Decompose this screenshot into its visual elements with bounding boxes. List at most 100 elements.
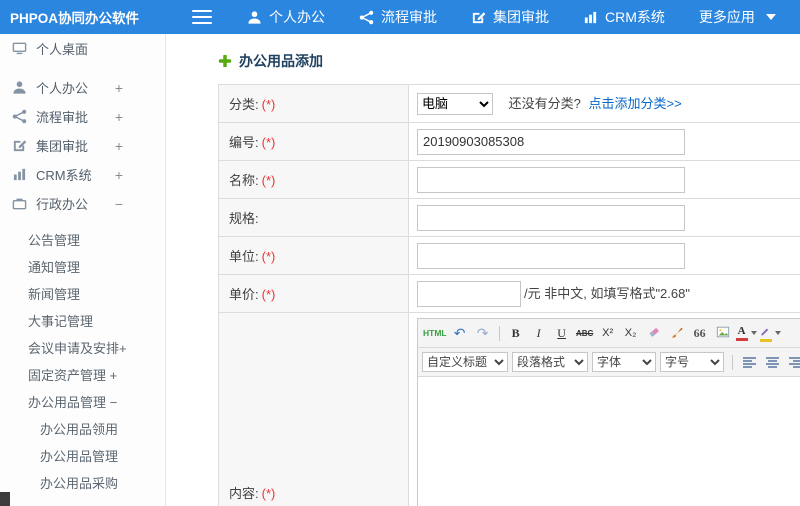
sidebar-item-personal-desktop[interactable]: 个人桌面 <box>0 34 165 63</box>
add-category-link[interactable]: 点击添加分类>> <box>588 96 681 111</box>
underline-button[interactable]: U <box>551 323 573 343</box>
topnav-more-apps[interactable]: 更多应用 <box>682 0 793 34</box>
topnav-group-approval[interactable]: 集团审批 <box>454 0 566 34</box>
highlight-color-button[interactable] <box>759 323 782 343</box>
name-field-cell <box>408 160 800 199</box>
content-editor[interactable] <box>418 377 800 506</box>
app-logo[interactable]: PHPOA协同办公软件 <box>0 7 166 27</box>
top-navigation: 个人办公 流程审批 集团审批 CRM系统 更多应用 <box>230 0 793 34</box>
scrollbar-thumb[interactable] <box>0 492 10 506</box>
collapse-toggle[interactable]: − <box>115 197 123 211</box>
form-row-category: 分类: (*) 电脑 还没有分类? 点击添加分类>> <box>218 84 800 123</box>
html-source-button[interactable]: HTML <box>422 323 448 343</box>
required-star: (*) <box>261 97 276 112</box>
price-input[interactable] <box>417 280 521 307</box>
sidebar-item-supplies-management[interactable]: 办公用品管理 <box>0 442 165 469</box>
topnav-personal-office[interactable]: 个人办公 <box>230 0 342 34</box>
topnav-label: 集团审批 <box>493 9 549 25</box>
sidebar-item-crm-system[interactable]: CRM系统 + <box>0 160 165 189</box>
align-center-button[interactable] <box>761 352 783 372</box>
form-row-price: 单价: (*) /元 非中文, 如填写格式"2.68" <box>218 274 800 313</box>
font-color-glyph: A <box>737 324 746 337</box>
sidebar-subitem-label: 大事记管理 <box>28 314 94 329</box>
spec-input[interactable] <box>417 204 685 231</box>
blockquote-button[interactable]: 66 <box>689 323 711 343</box>
sidebar-subitem-label: 新闻管理 <box>28 287 81 302</box>
sidebar-item-label: CRM系统 <box>36 168 92 183</box>
hamburger-icon[interactable] <box>192 10 212 24</box>
insert-image-button[interactable] <box>712 323 734 343</box>
form-row-unit: 单位: (*) <box>218 236 800 275</box>
sidebar-subitem-label: 办公用品领用 <box>40 422 119 437</box>
price-field-cell: /元 非中文, 如填写格式"2.68" <box>408 274 800 313</box>
editor-toolbar-row2: 自定义标题 段落格式 字体 字号 <box>418 348 800 377</box>
flow-icon <box>359 10 374 25</box>
topnav-process-approval[interactable]: 流程审批 <box>342 0 454 34</box>
topnav-label: 更多应用 <box>698 9 755 25</box>
user-icon <box>12 80 27 95</box>
spec-field-cell <box>408 198 800 237</box>
sidebar-item-supplies-requisition[interactable]: 办公用品领用 <box>0 415 165 442</box>
code-field-cell <box>408 122 800 161</box>
custom-title-select[interactable]: 自定义标题 <box>422 352 508 372</box>
code-input[interactable] <box>417 128 685 155</box>
sidebar-subitem-label: 固定资产管理 + <box>28 368 118 383</box>
sidebar-item-events-management[interactable]: 大事记管理 <box>0 307 165 334</box>
sidebar-item-admin-office[interactable]: 行政办公 − <box>0 189 165 218</box>
sidebar-item-notice-management[interactable]: 通知管理 <box>0 253 165 280</box>
sidebar-item-announcement-management[interactable]: 公告管理 <box>0 226 165 253</box>
expand-toggle[interactable]: + <box>115 110 123 124</box>
subscript-button[interactable]: X₂ <box>620 323 642 343</box>
align-right-button[interactable] <box>784 352 800 372</box>
category-field-cell: 电脑 还没有分类? 点击添加分类>> <box>408 84 800 123</box>
field-label: 内容: <box>229 485 259 501</box>
remove-format-button[interactable] <box>643 323 665 343</box>
expand-toggle[interactable]: + <box>115 81 123 95</box>
sidebar-item-supplies-purchase[interactable]: 办公用品采购 <box>0 469 165 496</box>
align-left-button[interactable] <box>738 352 760 372</box>
italic-button[interactable]: I <box>528 323 550 343</box>
redo-button[interactable]: ↷ <box>472 323 494 343</box>
category-hint: 还没有分类? <box>508 96 581 111</box>
sidebar-item-fixed-assets[interactable]: 固定资产管理 + <box>0 361 165 388</box>
sidebar-item-group-approval[interactable]: 集团审批 + <box>0 131 165 160</box>
superscript-button[interactable]: X² <box>597 323 619 343</box>
sidebar-item-office-supplies[interactable]: 办公用品管理 − <box>0 388 165 415</box>
paragraph-format-select[interactable]: 段落格式 <box>512 352 588 372</box>
format-brush-button[interactable] <box>666 323 688 343</box>
topnav-crm-system[interactable]: CRM系统 <box>566 0 682 34</box>
insert-image-icon <box>716 325 730 342</box>
field-label: 编号: <box>229 135 259 150</box>
font-size-select[interactable]: 字号 <box>660 352 724 372</box>
sidebar-subitem-label: 公告管理 <box>28 233 81 248</box>
sidebar-subitem-label: 通知管理 <box>28 260 81 275</box>
name-input[interactable] <box>417 166 685 193</box>
sidebar-subitem-label: 办公用品采购 <box>40 476 119 491</box>
font-family-select[interactable]: 字体 <box>592 352 656 372</box>
sidebar-item-personal-office[interactable]: 个人办公 + <box>0 73 165 102</box>
category-select[interactable]: 电脑 <box>417 92 493 115</box>
unit-input[interactable] <box>417 242 685 269</box>
toolbar-separator <box>498 325 500 341</box>
main-content: 办公用品添加 分类: (*) 电脑 还没有分类? 点击添加分类>> 编号: (*) <box>166 34 800 506</box>
strikethrough-button[interactable]: ABC <box>574 323 596 343</box>
field-label: 分类: <box>229 97 259 112</box>
undo-button[interactable]: ↶ <box>449 323 471 343</box>
font-color-button[interactable]: A <box>735 323 758 343</box>
richtext-editor: HTML ↶ ↷ B I U ABC X² X₂ 66 A 自定义标题 段落格式… <box>417 318 800 506</box>
toolbar-separator <box>732 354 733 370</box>
flow-icon <box>12 109 27 124</box>
sidebar-subitem-label: 会议申请及安排+ <box>28 341 127 356</box>
expand-toggle[interactable]: + <box>115 139 123 153</box>
supplies-add-form: 分类:(*) 电脑 还没有分类? 点击添加分类>> 编号:(*) 名称:(*) <box>218 84 800 506</box>
align-left-icon <box>742 356 756 368</box>
sidebar-item-process-approval[interactable]: 流程审批 + <box>0 102 165 131</box>
edit-icon <box>12 138 27 153</box>
remove-format-icon <box>647 325 661 342</box>
sidebar-item-meeting-apply[interactable]: 会议申请及安排+ <box>0 334 165 361</box>
bold-button[interactable]: B <box>505 323 527 343</box>
sidebar-item-label: 集团审批 <box>36 139 89 154</box>
expand-toggle[interactable]: + <box>115 168 123 182</box>
sidebar-item-news-management[interactable]: 新闻管理 <box>0 280 165 307</box>
highlight-pen-icon <box>760 325 771 338</box>
